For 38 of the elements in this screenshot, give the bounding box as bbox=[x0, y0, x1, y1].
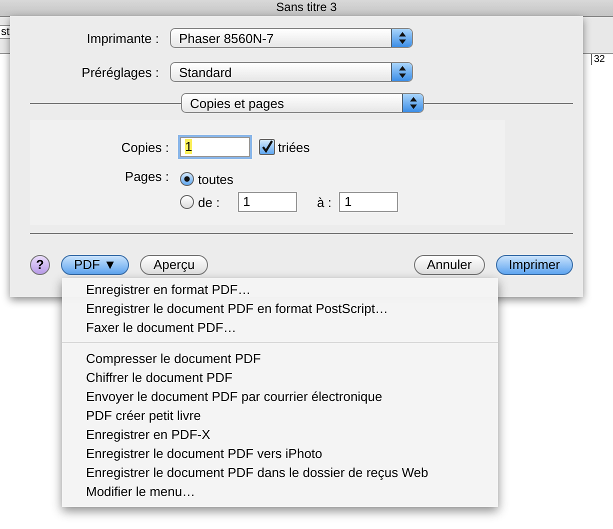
field-label: Copies : bbox=[120, 140, 170, 154]
push-button[interactable]: Aperçu bbox=[140, 255, 208, 275]
to-page-field[interactable]: 1 bbox=[339, 192, 398, 212]
radio-label: de : bbox=[198, 194, 221, 210]
menu-item[interactable]: Compresser le document PDF bbox=[62, 349, 498, 368]
menu-item[interactable]: Modifier le menu… bbox=[62, 482, 498, 501]
selected-text: 1 bbox=[185, 139, 192, 154]
radio-label: toutes bbox=[198, 172, 234, 186]
menu-item[interactable]: Faxer le document PDF… bbox=[62, 318, 498, 337]
radio-button[interactable] bbox=[180, 172, 194, 186]
menu-item[interactable]: Envoyer le document PDF par courrier électronique bbox=[62, 387, 498, 406]
from-page-field[interactable]: 1 bbox=[238, 192, 297, 212]
field-label: à : bbox=[317, 194, 332, 210]
menu-item[interactable]: PDF créer petit livre bbox=[62, 406, 498, 425]
checkbox-label: triées bbox=[278, 140, 310, 154]
stepper-arrows-icon bbox=[391, 63, 412, 81]
field-label: Préréglages : bbox=[80, 64, 160, 80]
popup-menu[interactable]: Standard bbox=[170, 62, 413, 82]
popup-menu[interactable]: Copies et pages bbox=[181, 93, 424, 113]
radio-button[interactable] bbox=[180, 195, 194, 209]
help-button[interactable]: ? bbox=[30, 255, 50, 275]
field-label: Pages : bbox=[124, 169, 170, 184]
copies-field[interactable]: 1 bbox=[180, 137, 250, 157]
popup-menu[interactable]: Phaser 8560N-7 bbox=[170, 28, 413, 48]
checkbox[interactable] bbox=[259, 139, 275, 155]
field-label: Imprimante : bbox=[86, 30, 160, 46]
push-button[interactable]: Annuler bbox=[414, 255, 485, 275]
menu-item[interactable]: Enregistrer en format PDF… bbox=[62, 280, 498, 299]
print-button[interactable]: Imprimer bbox=[496, 255, 573, 275]
stepper-arrows-icon bbox=[402, 94, 423, 112]
menu-item[interactable]: Enregistrer le document PDF en format PostScript… bbox=[62, 299, 498, 318]
menu-item[interactable]: Chiffrer le document PDF bbox=[62, 368, 498, 387]
menu-item[interactable]: Enregistrer le document PDF vers iPhoto bbox=[62, 444, 498, 463]
stepper-arrows-icon bbox=[391, 29, 412, 47]
menu-item[interactable]: Enregistrer le document PDF dans le dossier de reçus Web bbox=[62, 463, 498, 482]
menu-item[interactable]: Enregistrer en PDF-X bbox=[62, 425, 498, 444]
pdf-menu-button[interactable]: PDF ▼ bbox=[61, 255, 130, 275]
window-title: Sans titre 3 bbox=[276, 0, 337, 14]
